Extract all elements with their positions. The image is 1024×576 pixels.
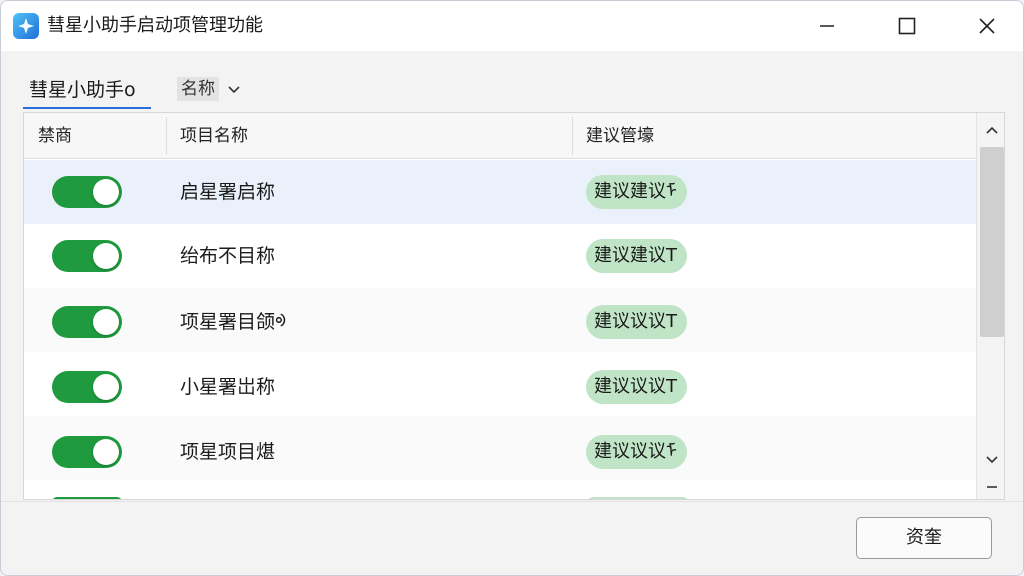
item-name: 项星项目煁 <box>180 441 276 463</box>
comet-app-icon <box>13 13 39 39</box>
window-title: 彗星小助手启动项管理功能 <box>47 15 263 36</box>
chevron-up-icon <box>986 126 998 134</box>
suggestion-badge: 建议建议T <box>586 239 687 273</box>
column-divider <box>166 117 167 155</box>
startup-toggle[interactable] <box>52 371 122 403</box>
scroll-thumb[interactable] <box>980 147 1004 337</box>
scroll-minus-button[interactable] <box>977 475 1004 499</box>
minus-icon <box>987 486 997 488</box>
active-tab-indicator <box>23 107 151 109</box>
suggestion-badge: 建议议议T <box>586 370 687 404</box>
chevron-down-icon <box>228 86 240 94</box>
maximize-icon <box>898 17 916 35</box>
scroll-up-button[interactable] <box>977 119 1004 143</box>
sort-dropdown[interactable]: 名称 <box>177 77 241 101</box>
column-header-suggestion[interactable]: 建议管壕 <box>586 113 654 159</box>
startup-toggle[interactable] <box>52 306 122 338</box>
startup-toggle[interactable] <box>52 176 122 208</box>
table-header: 禁商 项目名称 建议管壕 <box>24 113 976 159</box>
item-name: 启星署启称 <box>180 181 276 203</box>
table-row[interactable]: 项星项目煁 建议议议ᡏ <box>24 416 976 480</box>
chevron-down-icon <box>986 456 998 464</box>
column-header-name[interactable]: 项目名称 <box>180 113 248 159</box>
minimize-icon <box>820 25 834 27</box>
tab-startup-items[interactable]: 彗星小助手o <box>23 75 142 105</box>
suggestion-badge: 建议建议ᡏ <box>586 175 687 209</box>
toggle-knob <box>93 374 119 400</box>
minimize-button[interactable] <box>797 1 857 51</box>
sort-dropdown-label: 名称 <box>177 77 219 101</box>
title-bar: 彗星小助手启动项管理功能 <box>1 1 1023 51</box>
suggestion-badge-partial <box>586 497 690 499</box>
toggle-knob <box>93 243 119 269</box>
scroll-down-button[interactable] <box>977 447 1004 471</box>
table-row[interactable]: 项星署目颌ᢀ 建议议议T <box>24 288 976 352</box>
startup-toggle[interactable] <box>52 436 122 468</box>
close-icon <box>979 18 995 34</box>
app-window: 彗星小助手启动项管理功能 彗星小助手o 名称 禁商 项目名称 建议管壕 启星署启… <box>0 0 1024 576</box>
column-header-status[interactable]: 禁商 <box>38 113 72 159</box>
table-row[interactable]: 小星署岀称 建议议议T <box>24 352 976 416</box>
dialog-footer: 资奎 <box>1 501 1023 575</box>
suggestion-badge: 建议议议T <box>586 305 687 339</box>
maximize-button[interactable] <box>877 1 937 51</box>
confirm-button[interactable]: 资奎 <box>856 517 992 559</box>
startup-items-table: 禁商 项目名称 建议管壕 启星署启称 建议建议ᡏ 绐布不目称 建议建议T 项星署… <box>23 112 1005 500</box>
startup-toggle[interactable] <box>52 240 122 272</box>
vertical-scrollbar[interactable] <box>976 113 1004 499</box>
toggle-knob <box>93 439 119 465</box>
table-row[interactable]: 绐布不目称 建议建议T <box>24 224 976 288</box>
toggle-knob <box>93 179 119 205</box>
suggestion-badge: 建议议议ᡏ <box>586 435 687 469</box>
item-name: 绐布不目称 <box>180 245 276 267</box>
item-name: 项星署目颌ᢀ <box>180 311 287 333</box>
toolbar: 彗星小助手o <box>1 51 1023 111</box>
table-row[interactable]: 启星署启称 建议建议ᡏ <box>24 160 976 224</box>
column-divider <box>572 117 573 155</box>
toggle-knob <box>93 309 119 335</box>
startup-toggle-partial[interactable] <box>52 497 122 499</box>
close-button[interactable] <box>957 1 1017 51</box>
item-name: 小星署岀称 <box>180 376 276 398</box>
